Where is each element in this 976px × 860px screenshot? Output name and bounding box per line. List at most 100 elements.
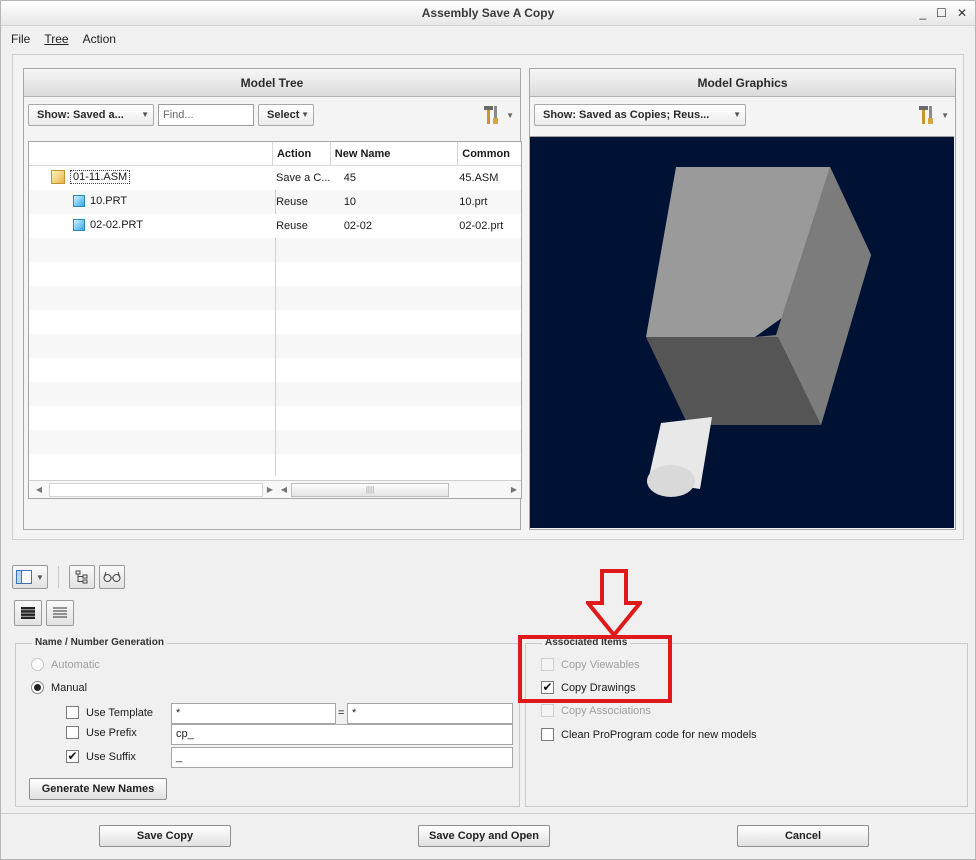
assembly-icon [51, 169, 65, 184]
tree-structure-icon [75, 570, 88, 584]
use-template-label: Use Template [86, 706, 154, 719]
clean-proprogram-checkbox[interactable] [541, 728, 554, 741]
detailed-list-icon [21, 607, 35, 619]
menu-tree[interactable]: Tree [44, 32, 68, 46]
use-template-row[interactable]: Use Template [66, 706, 153, 719]
glasses-button[interactable] [99, 565, 125, 589]
manual-radio[interactable] [31, 681, 44, 694]
tree-tools-menu[interactable]: ▼ [482, 105, 514, 125]
model-tree-table: Action New Name Common 01-11.ASM Save a … [28, 141, 522, 499]
row-action: Save a C... [276, 172, 330, 184]
tree-show-combo-label: Show: Saved a... [37, 109, 124, 121]
tree-show-combo[interactable]: Show: Saved a... ▼ [28, 104, 154, 126]
detailed-view-button[interactable] [14, 600, 42, 626]
graphics-show-combo-label: Show: Saved as Copies; Reus... [543, 109, 710, 121]
model-render [646, 167, 871, 497]
dialog-window: Assembly Save A Copy _ ☐ ✕ File Tree Act… [0, 0, 976, 860]
cylinder-end [647, 465, 695, 497]
select-button[interactable]: Select ▼ [258, 104, 314, 126]
automatic-label: Automatic [51, 658, 100, 671]
copy-associations-label: Copy Associations [561, 704, 651, 717]
part-icon [73, 194, 85, 207]
use-suffix-row[interactable]: ✔ Use Suffix [66, 750, 136, 763]
window-title: Assembly Save A Copy [421, 6, 555, 20]
annotation-highlight-box [518, 635, 672, 703]
name-generation-group: Name / Number Generation Automatic Manua… [15, 637, 520, 807]
use-suffix-checkbox[interactable]: ✔ [66, 750, 79, 763]
chevron-down-icon: ▼ [941, 110, 949, 120]
manual-radio-row[interactable]: Manual [31, 681, 87, 694]
tools-icon [919, 106, 934, 124]
row-common: 10.prt [459, 196, 488, 208]
use-prefix-row[interactable]: Use Prefix [66, 726, 137, 739]
tree-body: 01-11.ASM Save a C... 45 45.ASM 10.PRT R… [29, 166, 521, 476]
horizontal-scrollbar[interactable]: ◀ ▶ ◀ |||| ▶ [29, 480, 521, 498]
minimize-icon[interactable]: _ [919, 1, 926, 26]
row-new-name[interactable]: 10 [330, 196, 457, 208]
scroll-left-icon[interactable]: ◀ [29, 485, 49, 494]
part-icon [73, 218, 85, 231]
copy-associations-row[interactable]: Copy Associations [541, 704, 651, 717]
menu-bar: File Tree Action [1, 27, 975, 51]
row-action: Reuse [276, 220, 308, 232]
close-icon[interactable]: ✕ [957, 1, 967, 26]
tree-rows: 01-11.ASM Save a C... 45 45.ASM 10.PRT R… [29, 166, 521, 238]
column-header-name[interactable] [29, 142, 272, 165]
column-header-action[interactable]: Action [271, 142, 330, 165]
model-graphics-toolbar: Show: Saved as Copies; Reus... ▼ ▼ [530, 97, 955, 133]
scroll-thumb[interactable]: |||| [291, 482, 449, 497]
column-header-common[interactable]: Common [457, 142, 521, 165]
tools-icon [484, 106, 499, 124]
column-header-new-name[interactable]: New Name [329, 142, 457, 165]
simple-list-icon [53, 607, 67, 618]
glasses-icon [103, 571, 121, 582]
automatic-radio-row[interactable]: Automatic [31, 658, 100, 671]
table-row[interactable]: 01-11.ASM Save a C... 45 45.ASM [29, 166, 521, 190]
row-new-name[interactable]: 02-02 [330, 220, 457, 232]
use-template-checkbox[interactable] [66, 706, 79, 719]
save-copy-and-open-button[interactable]: Save Copy and Open [418, 825, 550, 847]
menu-file[interactable]: File [11, 32, 30, 46]
tree-node-name[interactable]: 01-11.ASM [70, 169, 131, 184]
panel-layout-icon [16, 570, 32, 584]
scroll-right-icon[interactable]: ▶ [507, 485, 521, 494]
maximize-icon[interactable]: ☐ [936, 1, 947, 26]
use-prefix-checkbox[interactable] [66, 726, 79, 739]
chevron-down-icon: ▼ [301, 110, 309, 119]
tree-node-name[interactable]: 10.PRT [90, 195, 127, 207]
title-bar: Assembly Save A Copy _ ☐ ✕ [1, 1, 975, 26]
chevron-down-icon: ▼ [506, 110, 514, 120]
template-field-2[interactable]: * [347, 703, 513, 724]
scroll-left-icon[interactable]: ◀ [277, 485, 291, 494]
select-button-label: Select [267, 109, 300, 121]
tree-node-name[interactable]: 02-02.PRT [90, 219, 143, 231]
tree-structure-button[interactable] [69, 565, 95, 589]
find-input[interactable]: Find... [158, 104, 254, 126]
use-prefix-label: Use Prefix [86, 726, 137, 739]
layout-toggle-button[interactable]: ▼ [12, 565, 48, 589]
generate-new-names-button[interactable]: Generate New Names [29, 778, 167, 800]
graphics-tools-menu[interactable]: ▼ [917, 105, 949, 125]
top-area: Model Tree Show: Saved a... ▼ Find... Se… [12, 54, 964, 540]
list-view-buttons [14, 600, 74, 626]
tree-header-row: Action New Name Common [29, 142, 521, 166]
chevron-down-icon: ▼ [141, 110, 149, 119]
graphics-show-combo[interactable]: Show: Saved as Copies; Reus... ▼ [534, 104, 746, 126]
table-row[interactable]: 02-02.PRT Reuse 02-02 02-02.prt [29, 214, 521, 238]
suffix-field[interactable]: _ [171, 747, 513, 768]
scroll-right-icon[interactable]: ▶ [263, 485, 277, 494]
prefix-field[interactable]: cp_ [171, 724, 513, 745]
row-new-name[interactable]: 45 [330, 172, 458, 184]
name-generation-title: Name / Number Generation [32, 637, 167, 648]
clean-proprogram-row[interactable]: Clean ProProgram code for new models [541, 728, 757, 741]
cancel-button[interactable]: Cancel [737, 825, 869, 847]
simple-view-button[interactable] [46, 600, 74, 626]
chevron-down-icon: ▼ [733, 110, 741, 119]
automatic-radio[interactable] [31, 658, 44, 671]
menu-action[interactable]: Action [83, 32, 116, 46]
model-graphics-viewport[interactable] [530, 136, 954, 528]
save-copy-button[interactable]: Save Copy [99, 825, 231, 847]
template-field-1[interactable]: * [171, 703, 336, 724]
table-row[interactable]: 10.PRT Reuse 10 10.prt [29, 190, 521, 214]
copy-associations-checkbox[interactable] [541, 704, 554, 717]
